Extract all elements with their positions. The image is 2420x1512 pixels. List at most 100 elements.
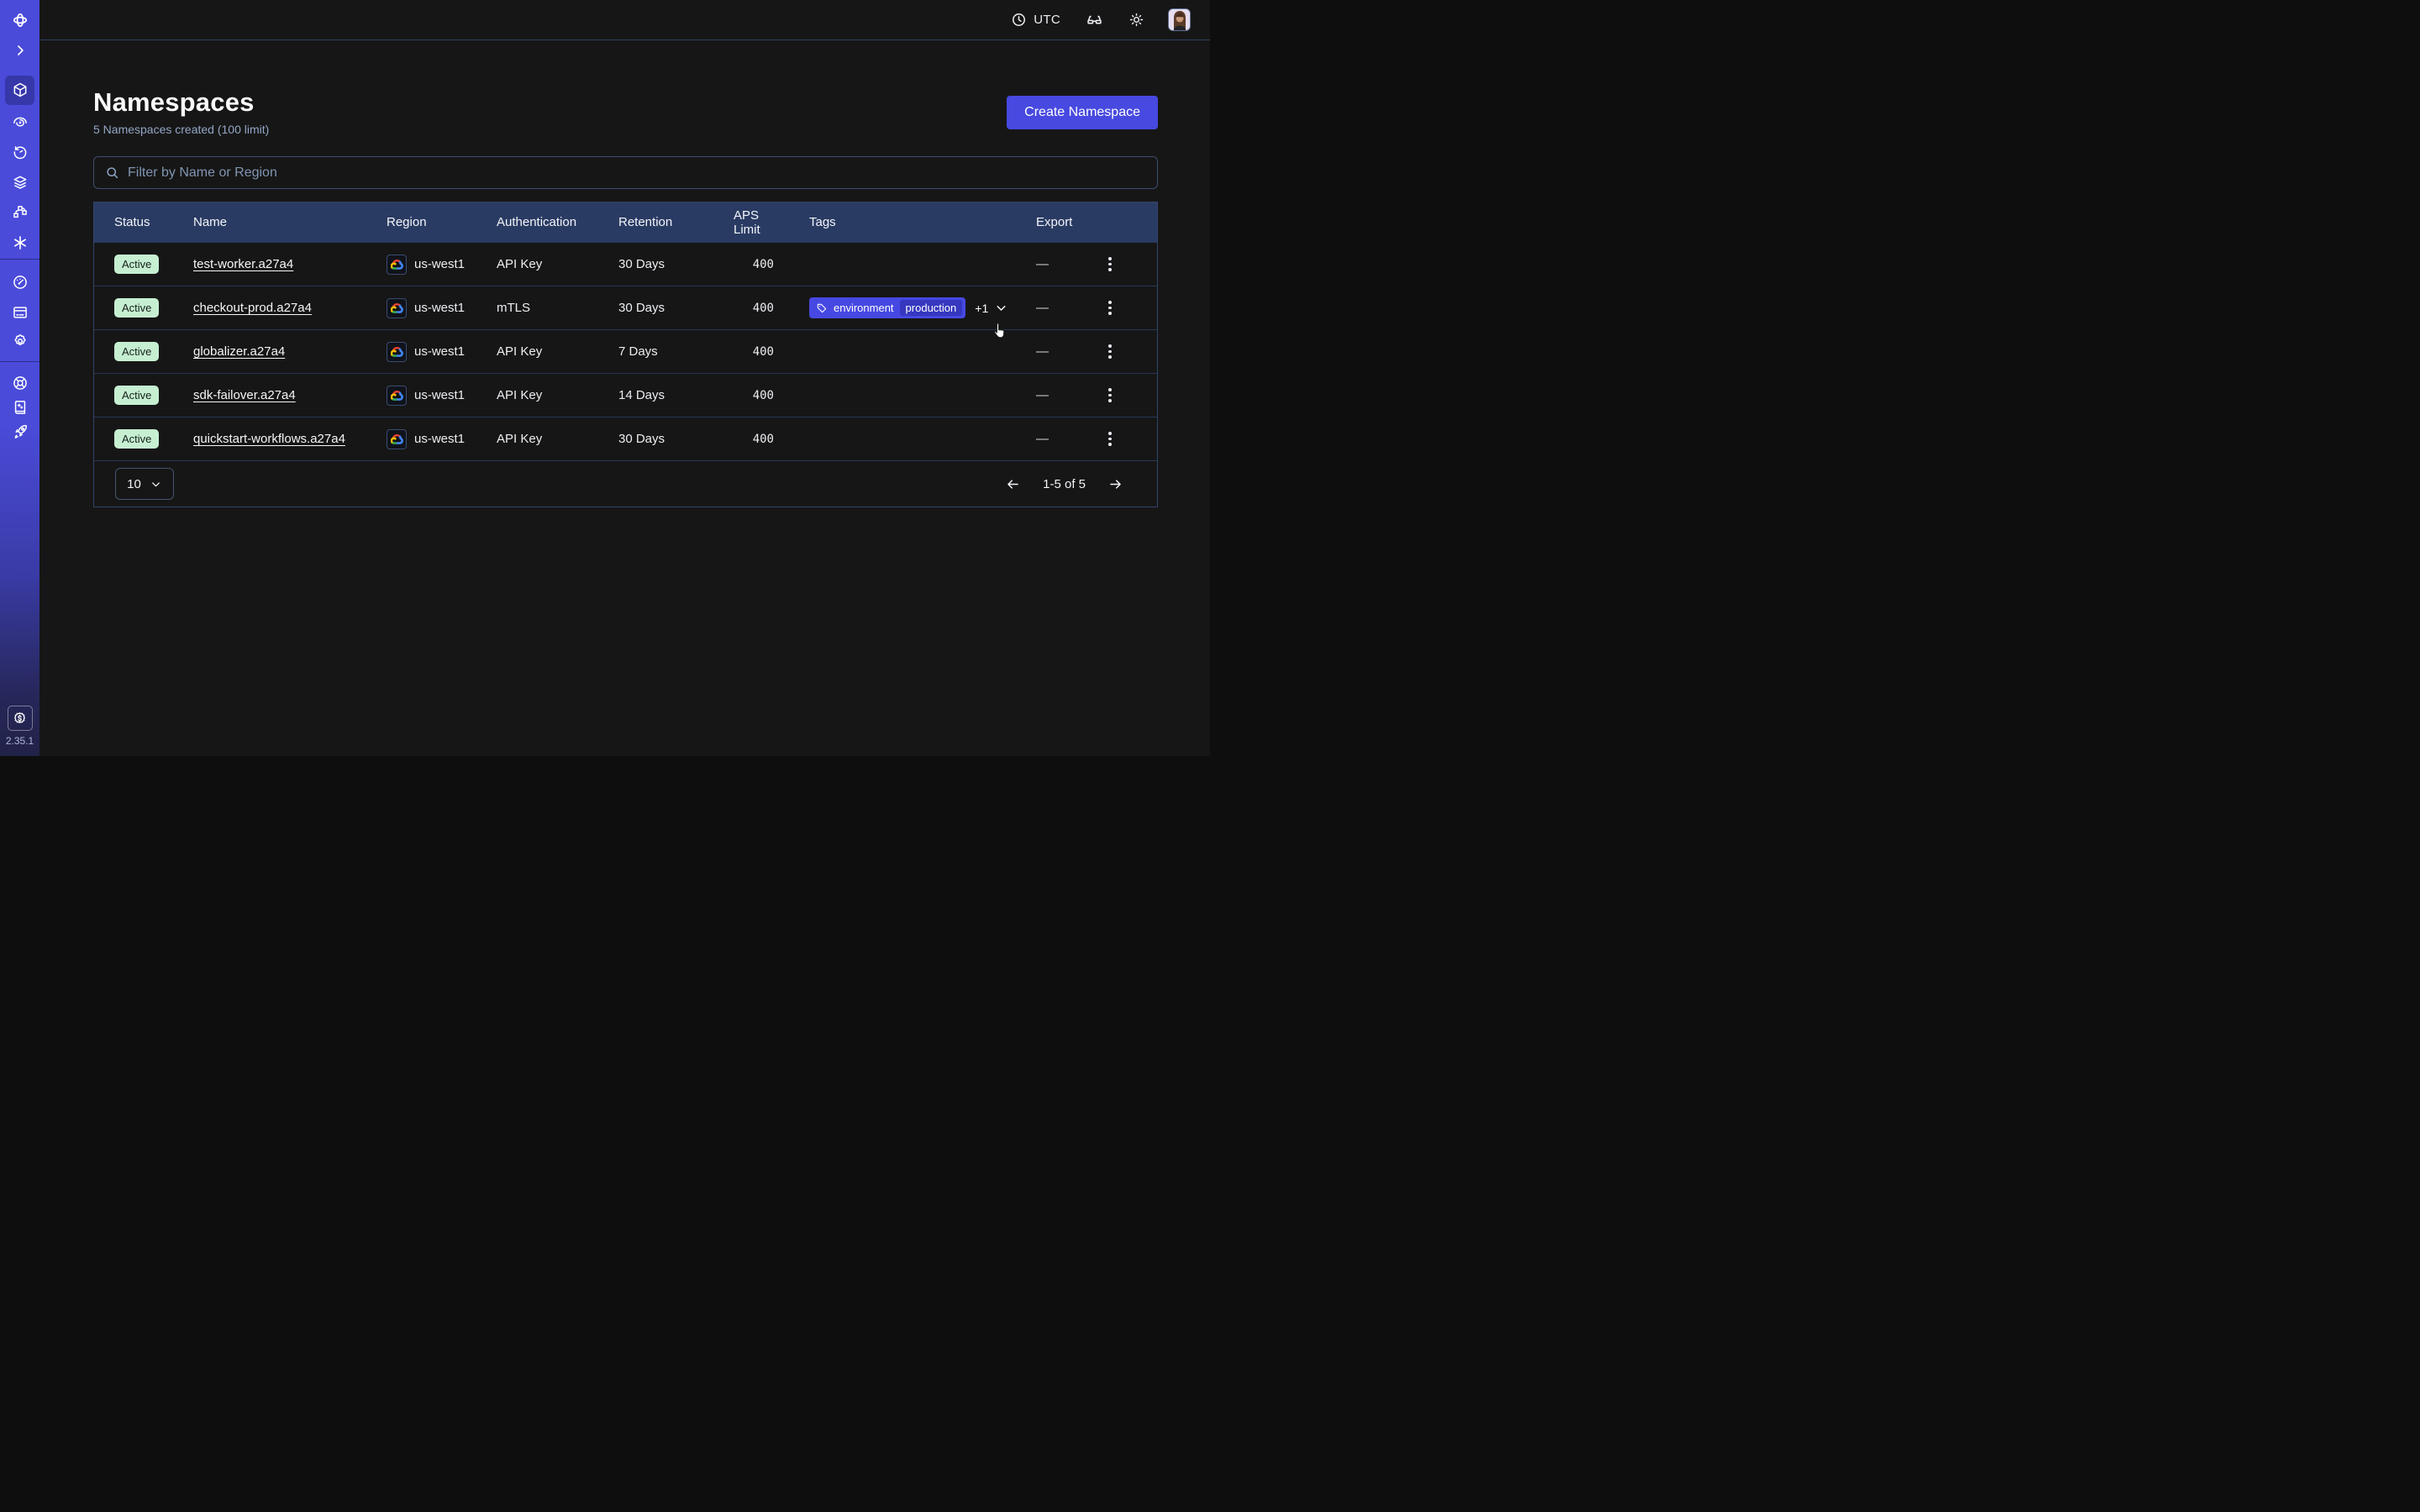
create-namespace-button[interactable]: Create Namespace [1007,96,1158,129]
status-badge: Active [114,342,159,361]
sidebar-item-batch-operations-icon[interactable] [11,203,29,222]
aps-limit: 400 [717,389,809,402]
main-content: Namespaces 5 Namespaces created (100 lim… [39,40,1210,507]
credits-icon[interactable] [8,706,33,731]
page-size-select[interactable]: 10 [115,468,174,500]
accessibility-glasses-icon[interactable] [1086,11,1103,29]
export-value: — [1036,344,1086,359]
user-avatar[interactable] [1168,8,1191,31]
sidebar-item-settings-icon[interactable] [11,332,29,350]
table-row: Active checkout-prod.a27a4 us-west1 mTLS… [94,286,1157,329]
region-label: us-west1 [414,344,465,359]
row-menu-button[interactable] [1098,428,1122,451]
region-label: us-west1 [414,301,465,315]
row-menu-button[interactable] [1098,253,1122,276]
gcp-region-icon [387,342,407,362]
sidebar-divider [0,259,39,260]
export-value: — [1036,388,1086,402]
sidebar-item-billing-icon[interactable] [11,303,29,322]
auth-method: API Key [497,388,618,402]
table-row: Active test-worker.a27a4 us-west1 API Ke… [94,242,1157,286]
region-label: us-west1 [414,388,465,402]
theme-toggle-sun-icon[interactable] [1128,12,1144,28]
region-label: us-west1 [414,257,465,271]
retention: 30 Days [618,257,717,271]
table-row: Active sdk-failover.a27a4 us-west1 API K… [94,373,1157,417]
col-header-name: Name [193,215,387,229]
table-row: Active globalizer.a27a4 us-west1 API Key… [94,329,1157,373]
aps-limit: 400 [717,302,809,315]
filter-input[interactable] [128,165,1147,181]
search-icon [104,165,120,181]
region-label: us-west1 [414,432,465,446]
retention: 14 Days [618,388,717,402]
aps-limit: 400 [717,345,809,359]
tag-value: production [900,300,963,316]
namespace-count-subtitle: 5 Namespaces created (100 limit) [93,123,269,136]
sidebar-item-docs-icon[interactable] [11,398,29,417]
sidebar-item-nexus-icon[interactable] [11,234,29,252]
sidebar-item-usage-icon[interactable] [11,273,29,291]
page-size-value: 10 [127,477,141,491]
sidebar-item-get-started-icon[interactable] [11,423,29,441]
export-value: — [1036,301,1086,315]
export-value: — [1036,257,1086,271]
col-header-tags: Tags [809,215,1036,229]
gcp-region-icon [387,386,407,406]
tag-chip[interactable]: environment production [809,297,965,318]
table-header-row: Status Name Region Authentication Retent… [94,202,1157,242]
col-header-status: Status [94,215,193,229]
auth-method: API Key [497,257,618,271]
namespace-link[interactable]: globalizer.a27a4 [193,344,285,359]
topbar: UTC [39,0,1210,40]
row-menu-button[interactable] [1098,297,1122,320]
sidebar-item-deployments-icon[interactable] [11,173,29,192]
sidebar-item-schedules-icon[interactable] [11,143,29,161]
sidebar: 2.35.1 [0,0,39,756]
tags-expand-chevron-icon[interactable] [994,301,1008,315]
auth-method: mTLS [497,301,618,315]
gcp-region-icon [387,298,407,318]
timezone-label: UTC [1034,13,1060,27]
auth-method: API Key [497,344,618,359]
row-menu-button[interactable] [1098,384,1122,407]
status-badge: Active [114,386,159,405]
gcp-region-icon [387,255,407,275]
namespace-link[interactable]: sdk-failover.a27a4 [193,388,296,402]
namespace-link[interactable]: checkout-prod.a27a4 [193,301,312,315]
aps-limit: 400 [717,433,809,446]
namespaces-table: Status Name Region Authentication Retent… [93,202,1158,507]
temporal-logo-icon[interactable] [11,11,29,29]
version-label: 2.35.1 [0,735,39,747]
timezone-selector[interactable]: UTC [1011,12,1060,28]
tag-icon [816,302,828,314]
sidebar-expand-icon[interactable] [11,41,29,60]
status-badge: Active [114,429,159,449]
prev-page-button[interactable] [1005,476,1021,492]
aps-limit: 400 [717,258,809,271]
auth-method: API Key [497,432,618,446]
sidebar-item-support-icon[interactable] [11,374,29,392]
tags-more-count: +1 [975,302,988,315]
retention: 30 Days [618,432,717,446]
status-badge: Active [114,298,159,318]
table-row: Active quickstart-workflows.a27a4 us-wes… [94,417,1157,460]
col-header-export: Export [1036,215,1086,229]
table-pagination: 10 1-5 of 5 [94,460,1157,507]
row-menu-button[interactable] [1098,340,1122,364]
gcp-region-icon [387,429,407,449]
namespace-link[interactable]: test-worker.a27a4 [193,257,293,271]
temporal-cloud-app: 2.35.1 UTC Namespa [0,0,1210,756]
retention: 30 Days [618,301,717,315]
sidebar-item-namespaces-icon[interactable] [11,81,29,99]
namespace-link[interactable]: quickstart-workflows.a27a4 [193,432,345,446]
next-page-button[interactable] [1107,476,1123,492]
col-header-authentication: Authentication [497,215,618,229]
filter-input-container [93,156,1158,189]
sidebar-divider [0,361,39,362]
sidebar-item-monitor-icon[interactable] [11,113,29,131]
col-header-retention: Retention [618,215,717,229]
pagination-range-label: 1-5 of 5 [1043,477,1086,491]
tag-key: environment [834,302,894,314]
col-header-aps-limit: APS Limit [717,208,809,237]
